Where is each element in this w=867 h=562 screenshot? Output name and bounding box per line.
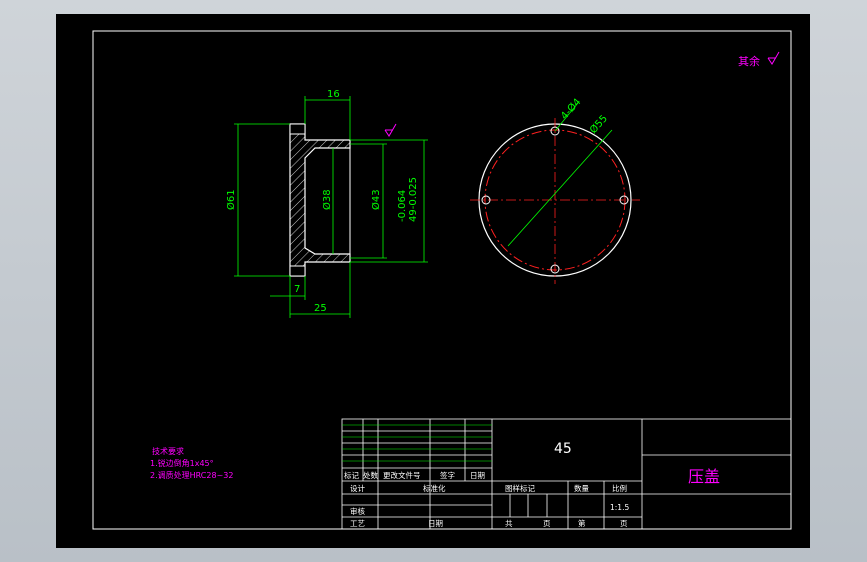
- weight-label: 数量: [574, 483, 589, 493]
- dim-38: Ø38: [321, 189, 333, 210]
- sheet-label: 页: [543, 519, 551, 528]
- stage-mark-label: 图样标记: [505, 483, 535, 493]
- rev-header-2: 更改文件号: [383, 470, 421, 480]
- page-unit-label: 页: [620, 519, 628, 528]
- dim-49-tol: 49-0.025: [408, 177, 419, 222]
- rev-header-4: 日期: [470, 471, 485, 480]
- part-name: 压盖: [688, 467, 720, 486]
- dim-49-tol2: -0.064: [397, 190, 408, 222]
- review-label: 审核: [350, 506, 365, 516]
- dim-16: 16: [327, 89, 340, 100]
- material: 45: [554, 441, 572, 457]
- scale-value: 1:1.5: [610, 503, 629, 512]
- rev-header-3: 签字: [440, 470, 455, 480]
- process-label: 工艺: [350, 519, 365, 528]
- scale-label: 比例: [612, 483, 627, 493]
- notes-title: 技术要求: [152, 446, 184, 456]
- dim-43: Ø43: [370, 189, 382, 210]
- dim-61: Ø61: [225, 189, 237, 210]
- rev-header-0: 标记: [344, 470, 359, 480]
- rev-header-1: 处数: [363, 470, 378, 480]
- page-label: 第: [578, 518, 586, 528]
- notes-line-1: 1.锐边倒角1x45°: [150, 458, 214, 468]
- flange-hole-top: [289, 123, 306, 135]
- cad-window: 其余 16 Ø61 Ø38 Ø43 49-0.025 -0.064 7 25 4…: [0, 0, 867, 562]
- dim-25: 25: [314, 303, 327, 314]
- roughness-note: 其余: [738, 54, 760, 68]
- total-label: 共: [505, 519, 513, 528]
- notes-line-2: 2.调质处理HRC28~32: [150, 470, 233, 480]
- cad-drawing: 其余 16 Ø61 Ø38 Ø43 49-0.025 -0.064 7 25 4…: [56, 14, 810, 548]
- flange-hole-bottom: [289, 265, 306, 277]
- dim-7: 7: [294, 284, 300, 295]
- design-label: 设计: [350, 483, 365, 493]
- date-label: 日期: [428, 519, 443, 528]
- standard-label: 标准化: [423, 483, 446, 493]
